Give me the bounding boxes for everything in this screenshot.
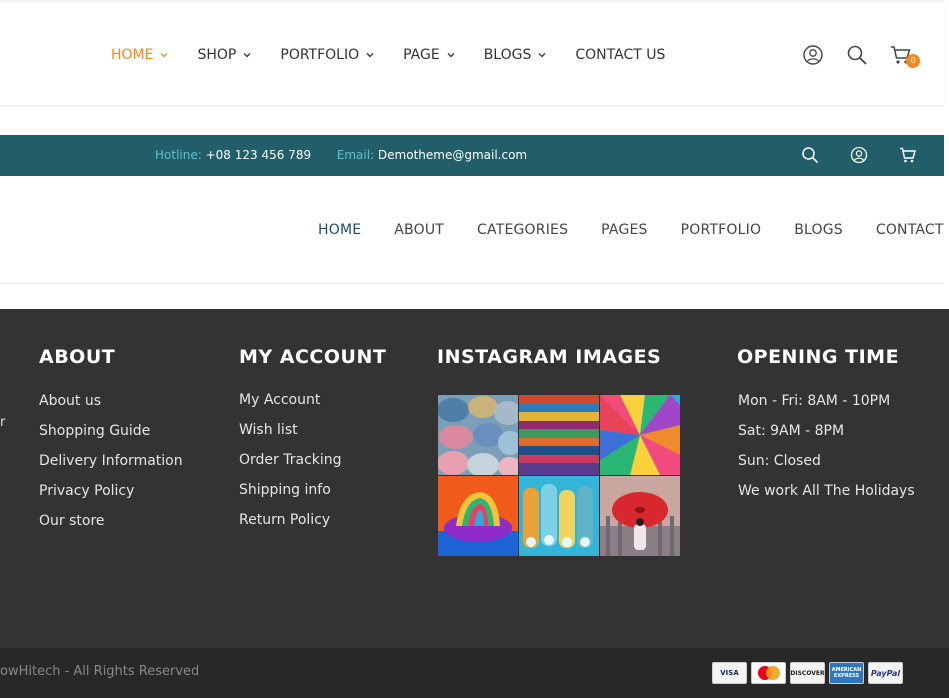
chevron-down-icon xyxy=(538,53,546,58)
nav2-portfolio[interactable]: PORTFOLIO xyxy=(681,222,762,238)
footer-link-shipping-info[interactable]: Shipping info xyxy=(239,481,386,511)
nav-home-label: HOME xyxy=(111,47,154,63)
user-icon[interactable] xyxy=(802,44,824,66)
footer-hours: OPENING TIME Mon - Fri: 8AM - 10PM Sat: … xyxy=(737,346,915,512)
footer-instagram: INSTAGRAM IMAGES xyxy=(437,346,661,392)
topbar: Hotline: +08 123 456 789 Email: Demothem… xyxy=(0,135,944,176)
nav-contact-us-label: CONTACT US xyxy=(575,47,666,63)
footer-account: MY ACCOUNT My Account Wish list Order Tr… xyxy=(239,346,386,541)
email-value[interactable]: Demotheme@gmail.com xyxy=(378,148,527,162)
header-secondary: HOME ABOUT CATEGORIES PAGES PORTFOLIO BL… xyxy=(0,176,944,284)
footer-link-return-policy[interactable]: Return Policy xyxy=(239,511,386,541)
nav-shop[interactable]: SHOP xyxy=(197,44,252,66)
nav-blogs-label: BLOGS xyxy=(483,47,532,63)
hotline-value[interactable]: +08 123 456 789 xyxy=(206,148,311,162)
nav2-categories[interactable]: CATEGORIES xyxy=(477,222,568,238)
payment-methods: VISA DISCOVER AMERICAN EXPRESS PayPal xyxy=(712,662,903,684)
email-label: Email: xyxy=(336,148,375,162)
primary-nav: HOME SHOP PORTFOLIO PAGE BLOGS CONTACT U… xyxy=(111,44,693,66)
thread-spools-image[interactable] xyxy=(519,476,599,556)
instagram-grid xyxy=(438,395,680,556)
mastercard-icon xyxy=(751,662,786,684)
cart-count-badge: 0 xyxy=(906,54,920,68)
hours-sunday: Sun: Closed xyxy=(738,453,821,469)
copyright-text: owHitech - All Rights Reserved xyxy=(0,664,200,679)
header-main: HOME SHOP PORTFOLIO PAGE BLOGS CONTACT U… xyxy=(0,0,944,106)
towels-image[interactable] xyxy=(438,395,518,475)
footer-link-privacy-policy[interactable]: Privacy Policy xyxy=(39,482,183,512)
nav2-contact[interactable]: CONTACT xyxy=(876,222,944,238)
nav-portfolio-label: PORTFOLIO xyxy=(280,47,360,63)
secondary-nav: HOME ABOUT CATEGORIES PAGES PORTFOLIO BL… xyxy=(318,222,949,238)
cart-icon[interactable]: 0 xyxy=(890,44,920,68)
nav-page[interactable]: PAGE xyxy=(403,44,456,66)
cart-icon[interactable] xyxy=(899,146,917,164)
chevron-down-icon xyxy=(243,53,251,58)
discover-icon: DISCOVER xyxy=(790,662,825,684)
nav2-about[interactable]: ABOUT xyxy=(394,222,444,238)
red-umbrella-image[interactable] xyxy=(600,476,680,556)
nav2-blogs[interactable]: BLOGS xyxy=(794,222,843,238)
nav2-home[interactable]: HOME xyxy=(318,222,361,238)
topbar-actions xyxy=(801,146,948,164)
visa-icon: VISA xyxy=(712,662,747,684)
paypal-icon: PayPal xyxy=(868,662,903,684)
header-top-line xyxy=(0,0,944,3)
footer-link-my-account[interactable]: My Account xyxy=(239,391,386,421)
header-actions: 0 xyxy=(802,44,934,68)
nav-portfolio[interactable]: PORTFOLIO xyxy=(280,44,375,66)
footer-about-title: ABOUT xyxy=(39,346,116,368)
hours-saturday: Sat: 9AM - 8PM xyxy=(738,423,845,439)
search-icon[interactable] xyxy=(846,44,868,66)
search-icon[interactable] xyxy=(801,146,819,164)
chevron-down-icon xyxy=(161,53,168,58)
amex-icon: AMERICAN EXPRESS xyxy=(829,662,864,684)
footer-link-our-store[interactable]: Our store xyxy=(39,512,183,542)
nav-shop-label: SHOP xyxy=(197,47,237,63)
hours-holidays: We work All The Holidays xyxy=(738,483,915,499)
nav-blogs[interactable]: BLOGS xyxy=(484,44,548,66)
contact-info: Hotline: +08 123 456 789 Email: Demothem… xyxy=(155,148,527,162)
chevron-down-icon xyxy=(447,53,455,58)
chevron-down-icon xyxy=(366,53,374,58)
footer-about: ABOUT About us Shopping Guide Delivery I… xyxy=(39,346,183,542)
hotline-label: Hotline: xyxy=(155,148,202,162)
nav-page-label: PAGE xyxy=(403,47,440,63)
fabrics-image[interactable] xyxy=(519,395,599,475)
footer-link-delivery-information[interactable]: Delivery Information xyxy=(39,452,183,482)
footer-link-wish-list[interactable]: Wish list xyxy=(239,421,386,451)
nav-contact-us[interactable]: CONTACT US xyxy=(575,44,665,66)
footer-bottom: owHitech - All Rights Reserved VISA DISC… xyxy=(0,648,949,698)
footer: r ABOUT About us Shopping Guide Delivery… xyxy=(0,309,949,648)
balloon-image[interactable] xyxy=(600,395,680,475)
footer-link-about-us[interactable]: About us xyxy=(39,392,183,422)
footer-hours-title: OPENING TIME xyxy=(737,346,900,368)
nav-home[interactable]: HOME xyxy=(111,44,169,66)
hours-weekdays: Mon - Fri: 8AM - 10PM xyxy=(738,393,891,409)
cut-off-text: r xyxy=(0,415,6,430)
footer-link-order-tracking[interactable]: Order Tracking xyxy=(239,451,386,481)
footer-instagram-title: INSTAGRAM IMAGES xyxy=(437,346,662,368)
user-icon[interactable] xyxy=(850,146,868,164)
nav2-pages[interactable]: PAGES xyxy=(601,222,647,238)
footer-account-title: MY ACCOUNT xyxy=(239,346,387,368)
rainbow-hat-image[interactable] xyxy=(438,476,518,556)
footer-link-shopping-guide[interactable]: Shopping Guide xyxy=(39,422,183,452)
